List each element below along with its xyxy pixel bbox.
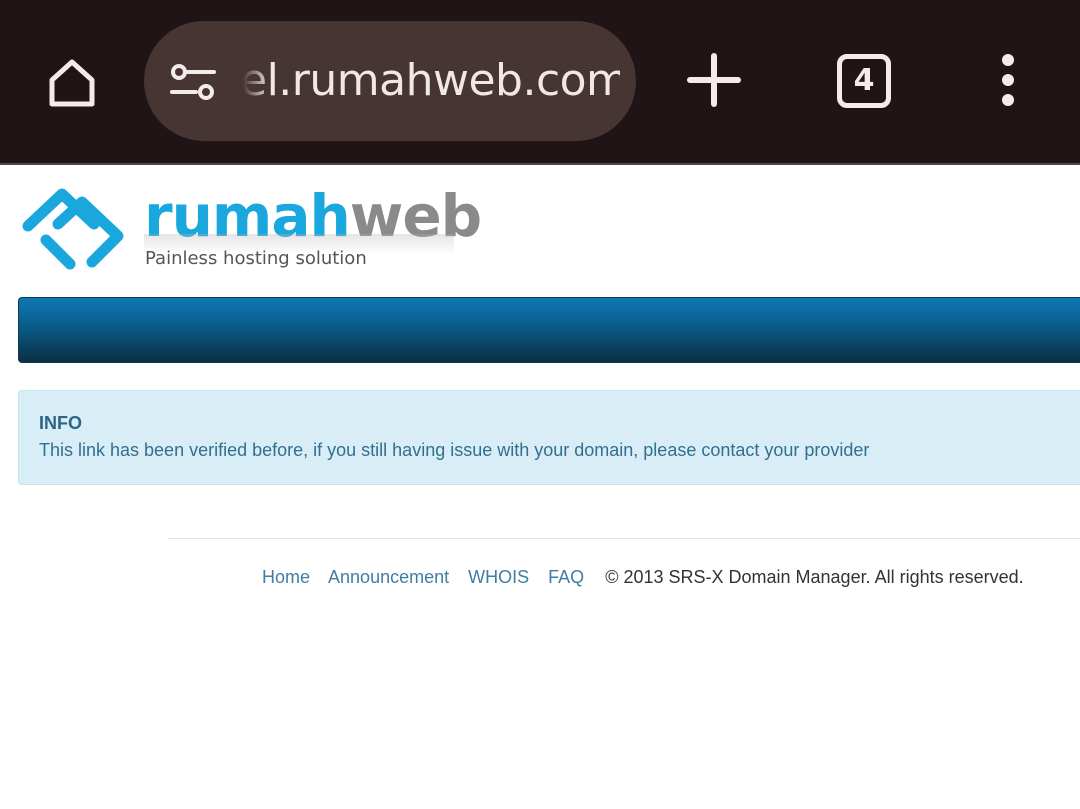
plus-icon[interactable] (682, 48, 746, 112)
url-fade (240, 41, 270, 121)
address-bar[interactable]: el.rumahweb.com (144, 21, 636, 141)
browser-toolbar: el.rumahweb.com 4 (0, 0, 1080, 165)
home-button[interactable] (36, 46, 108, 118)
footer: Home Announcement WHOIS FAQ © 2013 SRS-X… (262, 567, 1024, 588)
footer-link-faq[interactable]: FAQ (548, 567, 584, 587)
main-navbar (18, 297, 1080, 363)
info-alert: INFO This link has been verified before,… (18, 390, 1080, 485)
alert-message: This link has been verified before, if y… (39, 440, 870, 460)
rumahweb-logo-icon (22, 188, 124, 270)
more-vert-icon[interactable] (990, 52, 1026, 112)
site-logo[interactable]: rumahweb Painless hosting solution (18, 178, 482, 278)
footer-copyright: © 2013 SRS-X Domain Manager. All rights … (605, 567, 1024, 587)
footer-link-home[interactable]: Home (262, 567, 310, 587)
tab-switcher-button[interactable]: 4 (837, 54, 891, 108)
tune-icon[interactable] (170, 63, 216, 101)
footer-link-announcement[interactable]: Announcement (328, 567, 449, 587)
footer-link-whois[interactable]: WHOIS (468, 567, 529, 587)
home-icon (49, 59, 95, 107)
logo-tagline: Painless hosting solution (145, 248, 367, 269)
footer-divider (168, 538, 1080, 539)
alert-title: INFO (39, 413, 82, 433)
url-text[interactable]: el.rumahweb.com (240, 21, 620, 141)
